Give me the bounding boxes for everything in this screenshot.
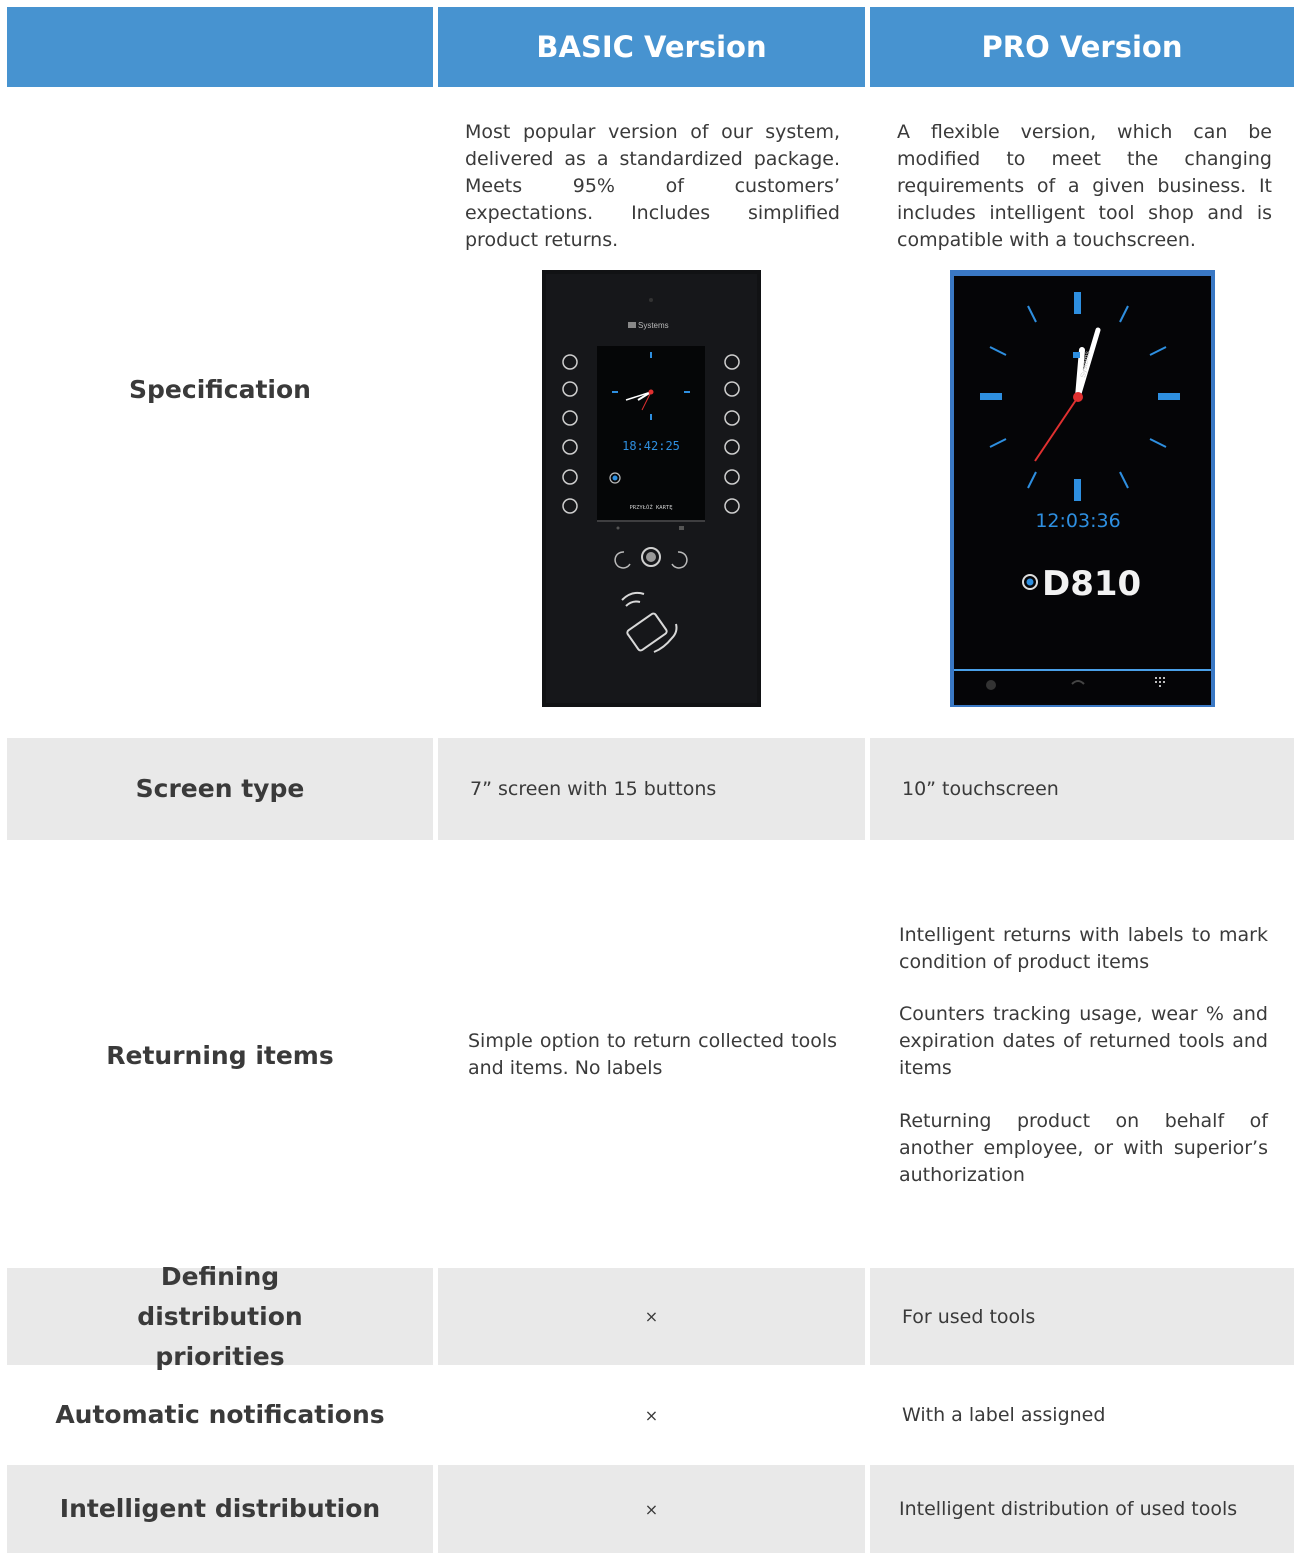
distribution-priorities-label-text: Defining distribution priorities	[137, 1261, 303, 1371]
basic-brand-text: Systems	[638, 321, 669, 330]
automatic-notifications-basic: ×	[644, 1405, 659, 1425]
pro-description: A flexible version, which can be modifie…	[897, 121, 1272, 251]
pro-terminal-image: Systems 12:03:36 D810	[950, 270, 1215, 707]
distribution-priorities-basic: ×	[438, 1268, 865, 1365]
screen-type-pro: 10” touchscreen	[870, 738, 1294, 840]
screen-type-label: Screen type	[7, 738, 433, 840]
returning-items-label: Returning items	[106, 1041, 334, 1070]
automatic-notifications-label: Automatic notifications	[55, 1400, 385, 1429]
basic-clock-time: 18:42:25	[622, 439, 680, 453]
automatic-notifications-pro: With a label assigned	[902, 1404, 1106, 1426]
intelligent-distribution-label: Intelligent distribution	[7, 1465, 433, 1553]
intelligent-distribution-basic: ×	[438, 1465, 865, 1553]
returning-items-pro-1: Intelligent returns with labels to mark …	[899, 924, 1268, 973]
distribution-priorities-pro: For used tools	[870, 1268, 1294, 1365]
pro-version-header: PRO Version	[870, 7, 1294, 87]
distribution-priorities-label: Defining distribution priorities	[7, 1262, 433, 1371]
basic-prompt-text: PRZYŁÓŻ KARTĘ	[629, 504, 672, 511]
header-empty-cell	[7, 7, 433, 87]
basic-description: Most popular version of our system, deli…	[465, 121, 840, 251]
returning-items-basic: Simple option to return collected tools …	[468, 1030, 837, 1079]
basic-terminal-image: Systems 18:42:25 PRZYŁÓŻ KARTĘ	[542, 270, 761, 707]
pro-clock-time: 12:03:36	[1035, 510, 1120, 532]
basic-version-header: BASIC Version	[438, 7, 865, 87]
screen-type-basic: 7” screen with 15 buttons	[438, 738, 865, 840]
returning-items-pro-2: Counters tracking usage, wear % and expi…	[899, 1003, 1268, 1079]
pro-code-text: D810	[1042, 564, 1141, 604]
specification-label: Specification	[129, 375, 311, 404]
intelligent-distribution-pro: Intelligent distribution of used tools	[870, 1465, 1294, 1553]
returning-items-pro-3: Returning product on behalf of another e…	[899, 1110, 1268, 1186]
